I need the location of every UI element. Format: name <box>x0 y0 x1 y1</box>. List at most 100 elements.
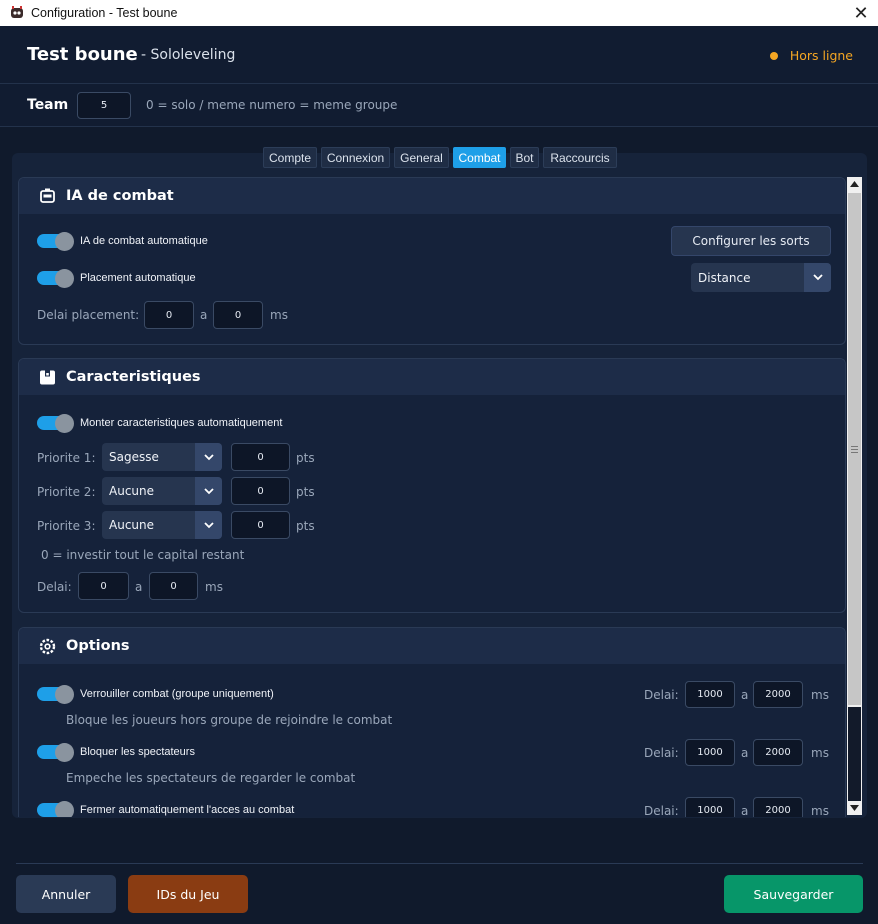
capital-note: 0 = investir tout le capital restant <box>41 548 245 562</box>
ia-auto-label: IA de combat automatique <box>80 235 208 247</box>
lock-delay-max-input[interactable]: 2000 <box>753 681 803 708</box>
delay-unit: ms <box>811 688 829 702</box>
close-access-delay-label: Delai: <box>644 804 679 817</box>
priority-2-pts-input[interactable]: 0 <box>231 477 290 505</box>
card-title: IA de combat <box>66 188 174 204</box>
card-header: Caracteristiques <box>19 359 845 395</box>
delay-unit: ms <box>270 308 288 322</box>
carac-auto-label: Monter caracteristiques automatiquement <box>80 417 283 429</box>
tab-combat[interactable]: Combat <box>453 147 506 168</box>
pts-unit: pts <box>296 451 315 465</box>
card-header: Options <box>19 628 845 664</box>
robot-icon <box>38 187 56 205</box>
connection-status: Hors ligne <box>769 48 853 63</box>
close-access-delay-min-input[interactable]: 1000 <box>685 797 735 817</box>
spectators-delay-min-input[interactable]: 1000 <box>685 739 735 766</box>
ia-auto-toggle[interactable] <box>37 232 75 251</box>
carac-delay-label: Delai: <box>37 580 72 594</box>
pts-unit: pts <box>296 485 315 499</box>
delay-unit: ms <box>811 746 829 760</box>
scroll-thumb[interactable] <box>848 193 861 705</box>
team-row: Team 5 0 = solo / meme numero = meme gro… <box>0 84 878 127</box>
priority-1-select[interactable]: Sagesse <box>102 443 222 471</box>
close-access-toggle[interactable] <box>37 801 75 817</box>
carac-delay-min-input[interactable]: 0 <box>78 572 129 600</box>
priority-3-label: Priorite 3: <box>37 519 96 533</box>
delay-separator: a <box>741 688 749 702</box>
lock-combat-toggle[interactable] <box>37 685 75 704</box>
scroll-viewport: IA de combat IA de combat automatique Co… <box>18 177 846 817</box>
priority-3-value: Aucune <box>109 518 155 532</box>
delay-separator: a <box>200 308 208 322</box>
window-titlebar: Configuration - Test boune ✕ <box>0 0 878 26</box>
chevron-down-icon <box>195 443 222 471</box>
delay-unit: ms <box>205 580 223 594</box>
block-spectators-desc: Empeche les spectateurs de regarder le c… <box>66 771 356 785</box>
tab-connexion[interactable]: Connexion <box>321 147 390 168</box>
delay-separator: a <box>741 804 749 817</box>
card-header: IA de combat <box>19 178 845 214</box>
spectators-delay-max-input[interactable]: 2000 <box>753 739 803 766</box>
delay-separator: a <box>135 580 143 594</box>
scroll-track-lower[interactable] <box>848 707 861 801</box>
placement-auto-toggle[interactable] <box>37 269 75 288</box>
placement-select-value: Distance <box>698 270 751 285</box>
carac-delay-max-input[interactable]: 0 <box>149 572 198 600</box>
placement-delay-max-input[interactable]: 0 <box>213 301 263 329</box>
save-button[interactable]: Sauvegarder <box>724 875 863 913</box>
placement-delay-min-input[interactable]: 0 <box>144 301 194 329</box>
priority-1-label: Priorite 1: <box>37 451 96 465</box>
status-dot-icon <box>769 51 778 60</box>
delay-separator: a <box>741 746 749 760</box>
scroll-down-arrow-icon[interactable] <box>847 801 862 815</box>
priority-2-select[interactable]: Aucune <box>102 477 222 505</box>
priority-3-select[interactable]: Aucune <box>102 511 222 539</box>
block-spectators-label: Bloquer les spectateurs <box>80 746 195 758</box>
status-text: Hors ligne <box>789 48 853 63</box>
spectators-delay-label: Delai: <box>644 746 679 760</box>
close-icon[interactable]: ✕ <box>844 0 878 26</box>
chest-icon <box>38 368 56 386</box>
team-input[interactable]: 5 <box>77 92 131 119</box>
gear-icon <box>38 637 56 655</box>
chevron-down-icon <box>804 263 831 292</box>
priority-1-pts-input[interactable]: 0 <box>231 443 290 471</box>
configure-spells-button[interactable]: Configurer les sorts <box>671 226 831 256</box>
lock-delay-min-input[interactable]: 1000 <box>685 681 735 708</box>
scroll-up-arrow-icon[interactable] <box>847 177 862 191</box>
account-header: Test boune - Sololeveling Hors ligne <box>0 26 878 84</box>
chevron-down-icon <box>195 511 222 539</box>
card-title: Options <box>66 638 130 654</box>
priority-3-pts-input[interactable]: 0 <box>231 511 290 539</box>
tab-raccourcis[interactable]: Raccourcis <box>543 147 617 168</box>
close-access-delay-max-input[interactable]: 2000 <box>753 797 803 817</box>
team-hint: 0 = solo / meme numero = meme groupe <box>146 98 398 112</box>
tab-compte[interactable]: Compte <box>263 147 317 168</box>
cancel-button[interactable]: Annuler <box>16 875 116 913</box>
placement-auto-label: Placement automatique <box>80 272 196 284</box>
pts-unit: pts <box>296 519 315 533</box>
lock-combat-desc: Bloque les joueurs hors groupe de rejoin… <box>66 713 393 727</box>
footer-divider <box>16 863 863 864</box>
close-access-label: Fermer automatiquement l'acces au combat <box>80 804 295 816</box>
game-ids-button[interactable]: IDs du Jeu <box>128 875 248 913</box>
card-title: Caracteristiques <box>66 369 201 385</box>
placement-delay-label: Delai placement: <box>37 308 140 322</box>
carac-auto-toggle[interactable] <box>37 414 75 433</box>
team-label: Team <box>27 97 69 113</box>
delay-unit: ms <box>811 804 829 817</box>
window-title: Configuration - Test boune <box>31 6 178 20</box>
priority-1-value: Sagesse <box>109 450 159 464</box>
block-spectators-toggle[interactable] <box>37 743 75 762</box>
priority-2-value: Aucune <box>109 484 155 498</box>
account-name: Test boune <box>27 44 138 65</box>
card-options: Options Verrouiller combat (groupe uniqu… <box>18 627 846 817</box>
tab-general[interactable]: General <box>394 147 449 168</box>
card-ia-combat: IA de combat IA de combat automatique Co… <box>18 177 846 345</box>
priority-2-label: Priorite 2: <box>37 485 96 499</box>
app-icon <box>11 6 23 18</box>
tab-bot[interactable]: Bot <box>510 147 539 168</box>
placement-select[interactable]: Distance <box>691 263 831 292</box>
server-name: - Sololeveling <box>141 47 236 63</box>
vertical-scrollbar[interactable] <box>847 177 862 815</box>
